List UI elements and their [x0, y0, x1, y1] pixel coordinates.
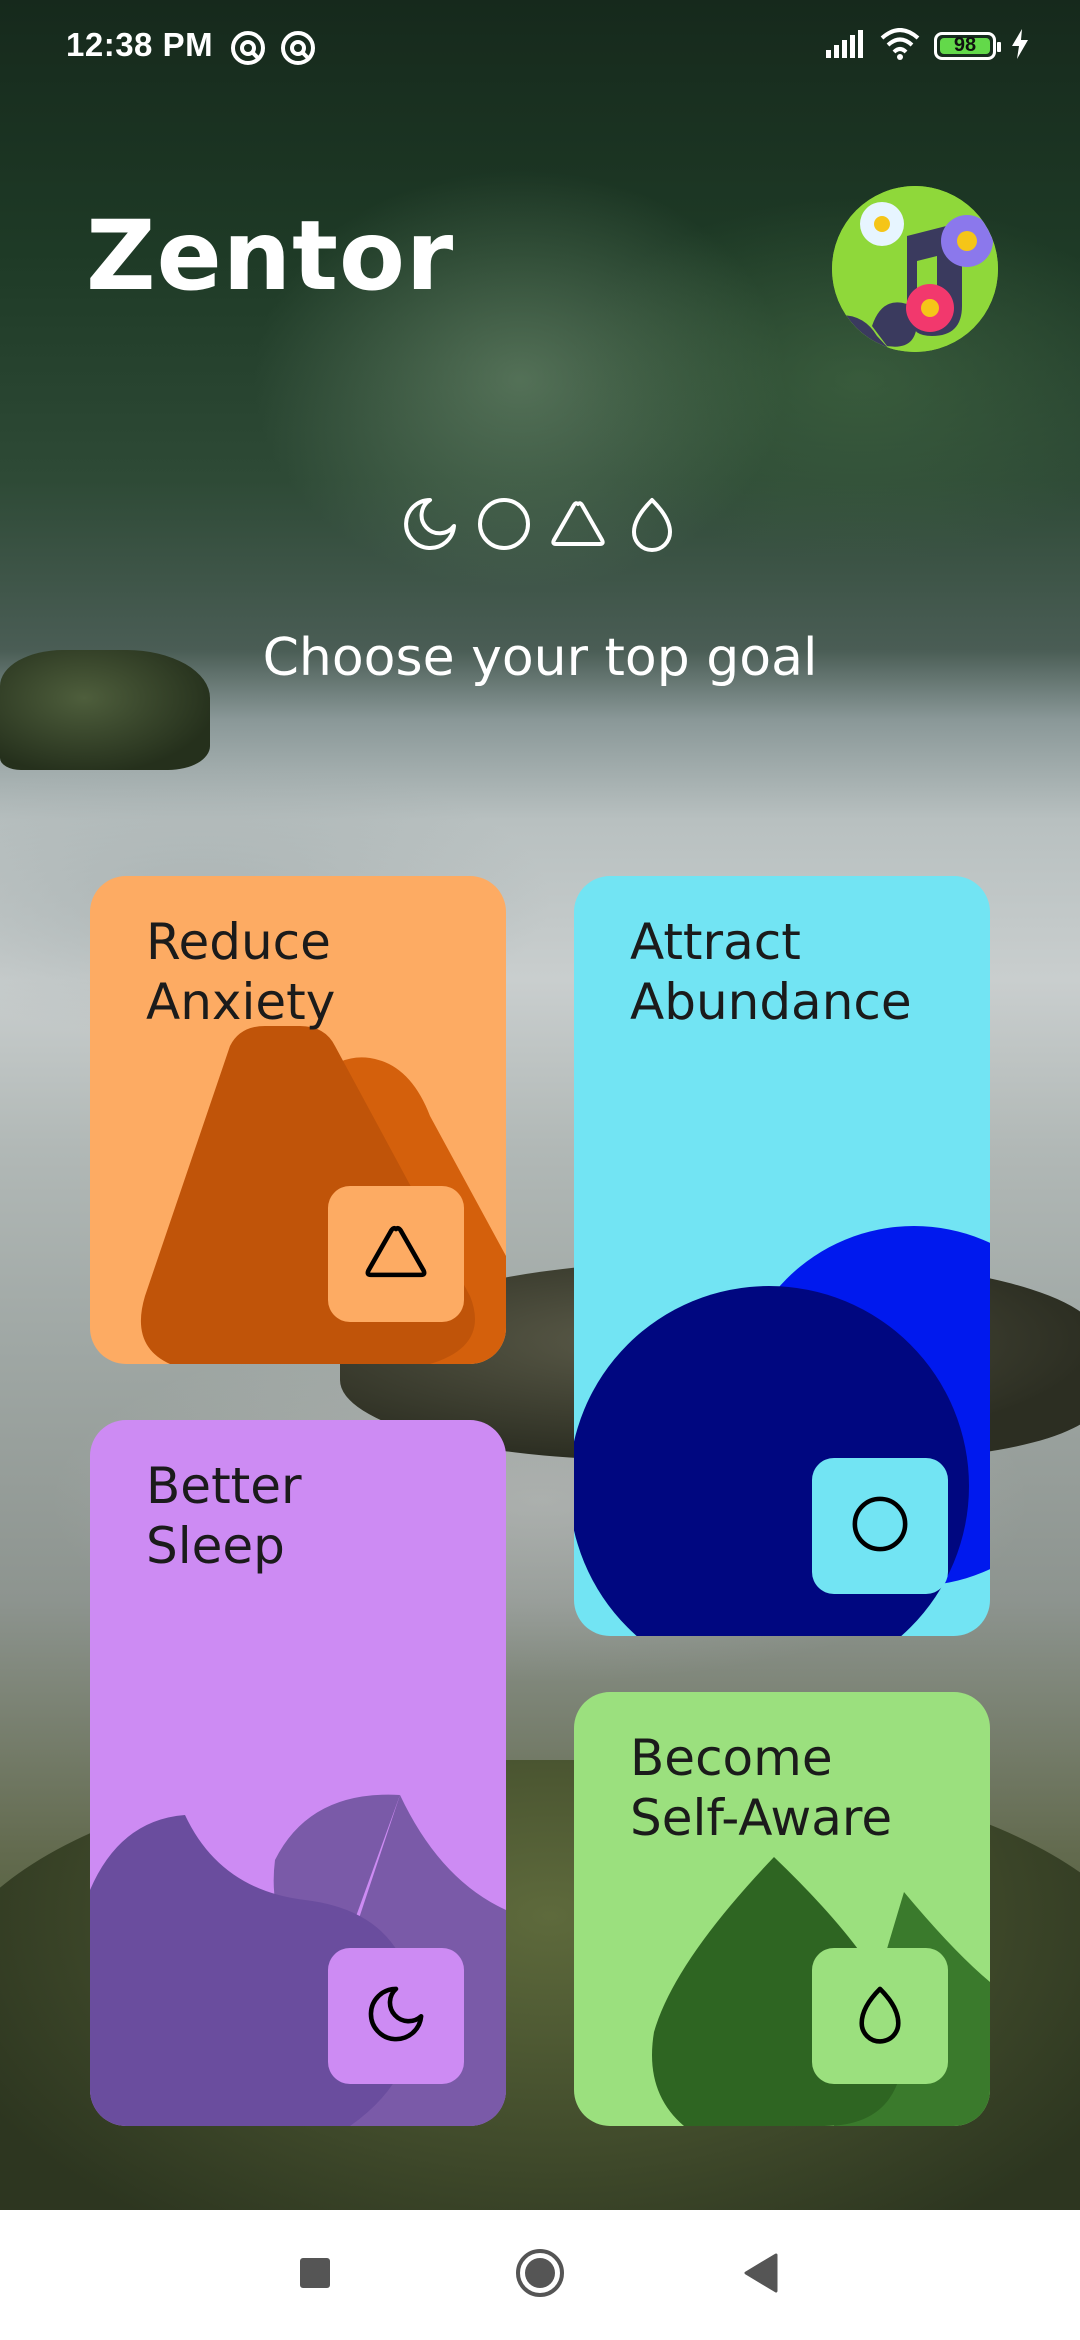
music-note-flowers-icon	[832, 186, 998, 352]
goal-card-title: Attract Abundance	[630, 913, 912, 1031]
system-nav-bar	[0, 2210, 1080, 2340]
recents-square-icon	[298, 2256, 332, 2294]
goal-card-badge	[328, 1948, 464, 2084]
drop-icon	[624, 496, 680, 556]
goal-icons-row	[402, 496, 680, 556]
charging-icon	[1010, 29, 1030, 63]
goal-card-badge	[812, 1948, 948, 2084]
recents-button[interactable]	[250, 2210, 380, 2340]
back-button[interactable]	[695, 2210, 825, 2340]
goal-card-better-sleep[interactable]: Better Sleep	[90, 1420, 506, 2126]
goal-card-attract-abundance[interactable]: Attract Abundance	[574, 876, 990, 1636]
circle-icon	[848, 1492, 912, 1560]
crescent-moon-icon	[402, 496, 458, 556]
goal-card-title: Reduce Anxiety	[146, 913, 336, 1031]
crescent-moon-icon	[364, 1982, 428, 2050]
app-screen: 12:38 PM 98 Zentor Choose your top goal …	[0, 0, 1080, 2340]
goal-card-title: Better Sleep	[146, 1457, 302, 1575]
home-button[interactable]	[475, 2210, 605, 2340]
signal-icon	[826, 30, 866, 62]
goal-card-badge	[328, 1186, 464, 1322]
app-title: Zentor	[86, 200, 455, 312]
status-time: 12:38 PM	[66, 26, 214, 63]
battery-icon: 98	[934, 32, 1001, 60]
triangle-icon	[550, 496, 606, 556]
goal-card-reduce-anxiety[interactable]: Reduce Anxiety	[90, 876, 506, 1364]
notification-icon	[280, 30, 316, 66]
drop-icon	[848, 1982, 912, 2050]
status-bar: 12:38 PM 98	[0, 0, 1080, 96]
goal-card-title: Become Self-Aware	[630, 1729, 893, 1847]
goal-card-become-self-aware[interactable]: Become Self-Aware	[574, 1692, 990, 2126]
home-circle-icon	[514, 2247, 566, 2303]
battery-level: 98	[953, 34, 977, 56]
wifi-icon	[880, 28, 920, 64]
back-triangle-icon	[742, 2253, 778, 2297]
status-icons: 98	[826, 28, 1030, 64]
page-subtitle: Choose your top goal	[262, 628, 818, 688]
circle-icon	[476, 496, 532, 556]
goal-card-badge	[812, 1458, 948, 1594]
notification-icon	[230, 30, 266, 66]
triangle-icon	[364, 1220, 428, 1288]
profile-avatar[interactable]	[832, 186, 998, 352]
